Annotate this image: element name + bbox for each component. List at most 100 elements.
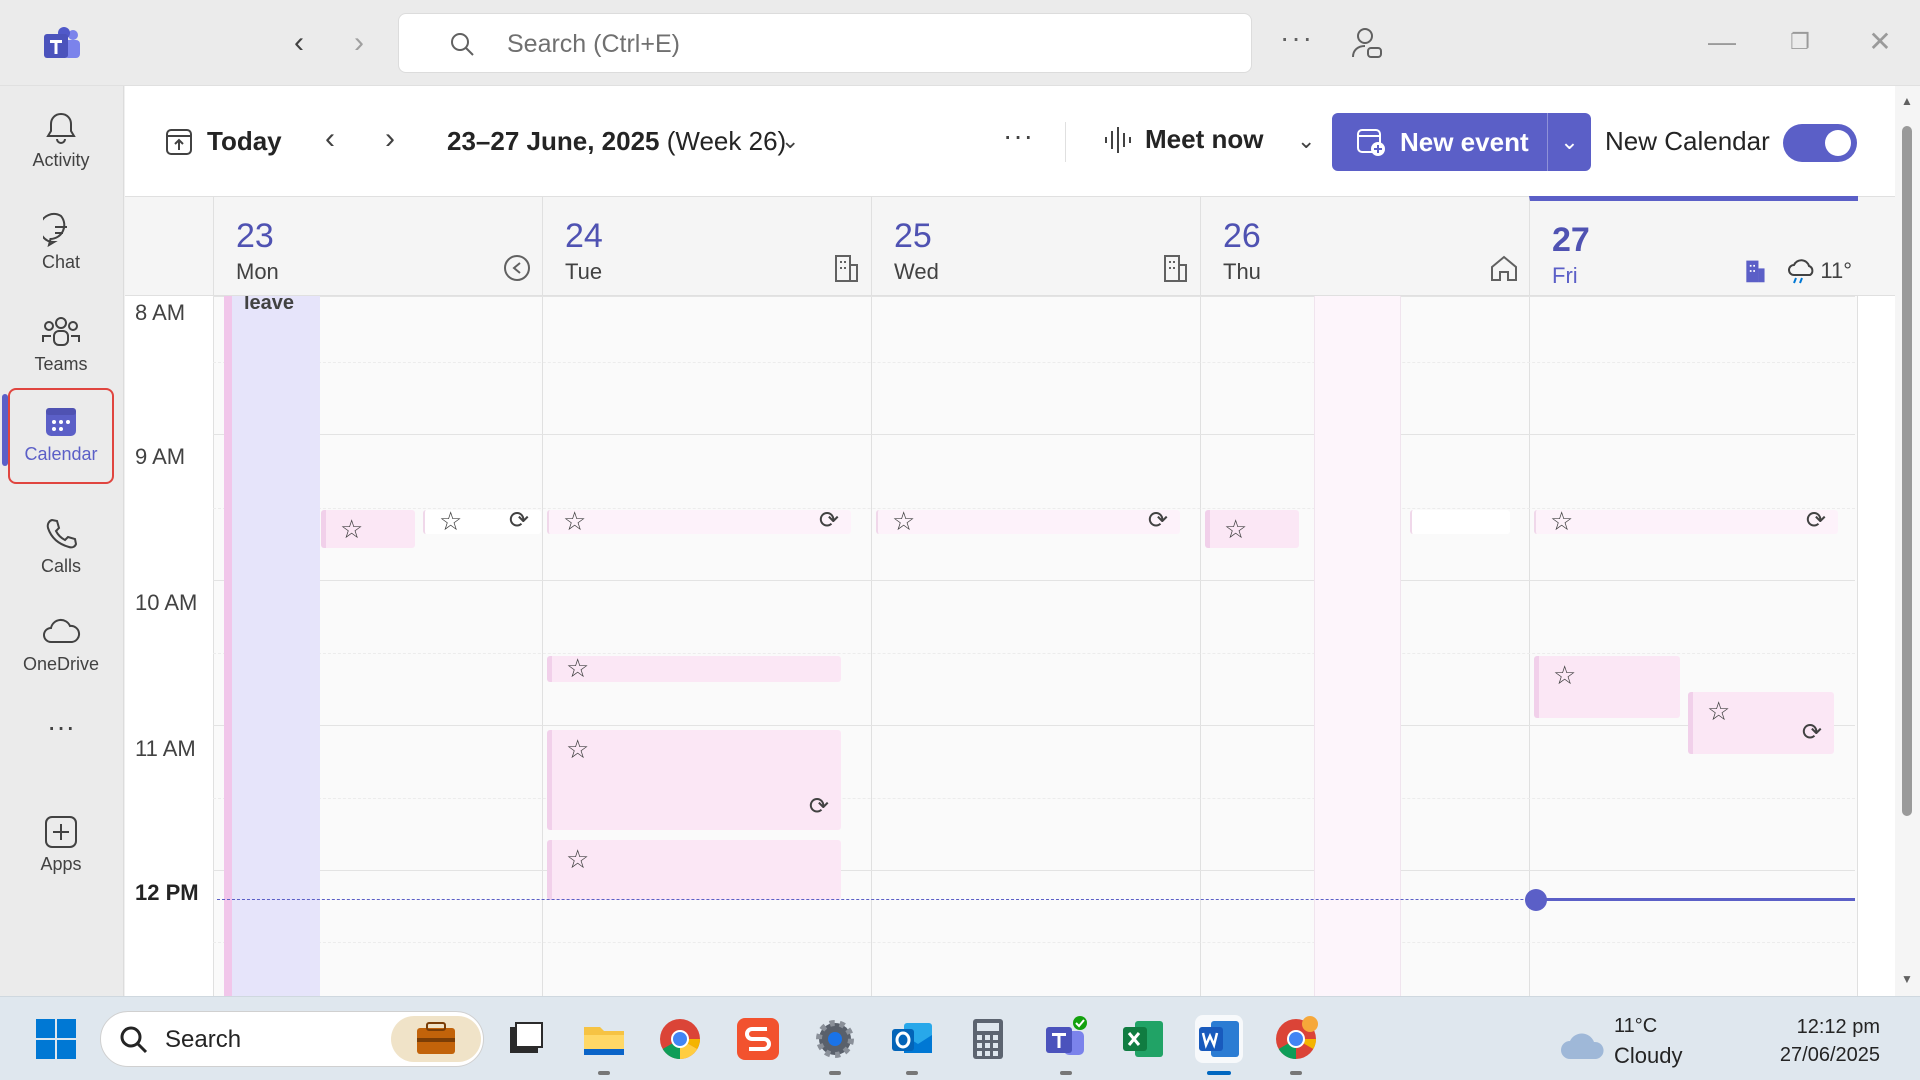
task-view-icon[interactable] <box>502 1015 550 1063</box>
rail-label: Apps <box>40 854 82 874</box>
recurring-off-icon: ⟳ <box>1801 719 1822 746</box>
windows-start-icon[interactable] <box>34 1017 78 1061</box>
date-range-picker[interactable]: 23–27 June, 2025 (Week 26) <box>447 126 786 157</box>
calendar-grid: 8 AM 9 AM 10 AM 11 AM 12 PM leave ☆ ☆ ⟳ ☆… <box>125 296 1895 996</box>
rail-item-calendar[interactable]: Calendar <box>8 388 114 484</box>
calendar-scrollbar[interactable]: ▲ ▼ <box>1895 86 1920 996</box>
wps-office-icon[interactable] <box>734 1015 782 1063</box>
event-tue-2[interactable]: ☆ <box>547 653 841 683</box>
clock-date: 27/06/2025 <box>1779 1044 1880 1066</box>
taskbar-search[interactable]: Search <box>100 1011 484 1067</box>
new-event-main[interactable]: New event <box>1332 113 1547 171</box>
back-button[interactable]: ‹ <box>284 26 314 60</box>
new-calendar-toggle[interactable] <box>1783 124 1857 162</box>
thu-all-day-block[interactable] <box>1314 296 1401 996</box>
rail-item-onedrive[interactable]: OneDrive <box>8 600 114 696</box>
event-fri-1[interactable]: ☆ ⟳ <box>1534 506 1838 536</box>
close-button[interactable]: ✕ <box>1860 22 1900 62</box>
rail-item-chat[interactable]: Chat <box>8 198 114 294</box>
recurring-icon: ⟳ <box>808 793 829 820</box>
scroll-thumb[interactable] <box>1902 126 1912 816</box>
search-highlight-briefcase-icon[interactable] <box>391 1016 481 1062</box>
leave-label: leave <box>244 296 295 314</box>
meet-now-dropdown-icon[interactable]: ⌄ <box>1297 128 1315 154</box>
more-options-button[interactable]: ··· <box>1280 22 1314 54</box>
day-number: 26 <box>1223 217 1261 255</box>
word-icon[interactable] <box>1195 1015 1243 1075</box>
settings-gear-icon[interactable] <box>811 1015 859 1075</box>
weather-temp: 11° <box>1820 258 1852 283</box>
calendar-more-button[interactable]: ··· <box>1003 120 1034 152</box>
search-bar[interactable] <box>398 13 1252 73</box>
leave-icon <box>504 255 530 281</box>
minimize-button[interactable]: — <box>1702 22 1742 62</box>
outlook-icon[interactable] <box>888 1015 936 1075</box>
excel-icon[interactable] <box>1119 1015 1167 1063</box>
event-tue-4[interactable]: ☆ <box>547 840 841 900</box>
rail-item-calls[interactable]: Calls <box>8 502 114 598</box>
calendar-toolbar: Today ‹ › 23–27 June, 2025 (Week 26) ⌄ ·… <box>125 86 1895 196</box>
audio-wave-icon <box>1105 126 1131 153</box>
event-fri-3[interactable]: ☆ ⟳ <box>1688 692 1834 754</box>
chrome-profile-icon[interactable] <box>1272 1015 1320 1075</box>
day-column-wed[interactable] <box>871 296 1200 996</box>
day-header-thu[interactable]: 26 Thu <box>1200 197 1529 296</box>
rail-label: OneDrive <box>22 654 100 674</box>
search-icon <box>120 1026 148 1054</box>
star-icon: ☆ <box>566 653 590 683</box>
toolbar-divider <box>1065 122 1066 162</box>
previous-week-button[interactable]: ‹ <box>315 122 345 156</box>
event-thu-2[interactable] <box>1410 510 1510 534</box>
event-tue-1[interactable]: ☆ ⟳ <box>547 506 851 536</box>
leave-event[interactable]: leave <box>224 296 320 996</box>
rail-more-button[interactable]: ··· <box>8 712 114 762</box>
meet-now-button[interactable]: Meet now <box>1103 124 1263 155</box>
current-time-indicator <box>1525 889 1547 911</box>
event-thu-1[interactable]: ☆ <box>1205 510 1299 548</box>
teams-taskbar-icon[interactable] <box>1042 1015 1090 1075</box>
event-fri-2[interactable]: ☆ <box>1534 656 1680 718</box>
today-button[interactable]: Today <box>165 122 282 160</box>
clock-time: 12:12 pm <box>1796 1016 1880 1038</box>
event-tue-3[interactable]: ☆ ⟳ <box>547 730 841 830</box>
event-mon-1[interactable]: ☆ <box>321 510 415 548</box>
chat-icon <box>43 213 67 248</box>
hour-line <box>213 725 1855 726</box>
next-week-button[interactable]: › <box>375 122 405 156</box>
star-icon: ☆ <box>892 506 916 536</box>
half-hour-line <box>213 653 1855 654</box>
scroll-up-arrow-icon[interactable]: ▲ <box>1901 94 1913 108</box>
day-column-fri[interactable] <box>1529 296 1858 996</box>
chrome-icon[interactable] <box>656 1015 704 1063</box>
day-number: 27 <box>1552 221 1590 259</box>
star-icon: ☆ <box>1707 696 1731 726</box>
chevron-down-icon[interactable]: ⌄ <box>781 128 799 154</box>
file-explorer-icon[interactable] <box>580 1015 628 1075</box>
new-calendar-label: New Calendar <box>1605 126 1770 156</box>
event-mon-2[interactable]: ☆ ⟳ <box>423 506 541 536</box>
calculator-icon[interactable] <box>964 1015 1012 1063</box>
day-number: 23 <box>236 217 274 255</box>
new-event-dropdown-icon[interactable]: ⌄ <box>1548 113 1591 171</box>
system-clock[interactable]: 12:12 pm 27/06/2025 <box>1780 1013 1880 1069</box>
day-header-fri[interactable]: 27 Fri 11° <box>1529 196 1858 296</box>
rail-item-activity[interactable]: Activity <box>8 96 114 192</box>
day-header-tue[interactable]: 24 Tue <box>542 197 871 296</box>
search-input[interactable] <box>507 26 1207 62</box>
rail-item-teams[interactable]: Teams <box>8 300 114 396</box>
star-icon: ☆ <box>566 734 590 764</box>
day-name: Mon <box>236 259 279 284</box>
time-label: 8 AM <box>135 300 186 325</box>
account-icon[interactable] <box>1350 26 1384 60</box>
scroll-down-arrow-icon[interactable]: ▼ <box>1901 972 1913 986</box>
star-icon: ☆ <box>340 514 364 544</box>
event-wed-1[interactable]: ☆ ⟳ <box>876 506 1180 536</box>
rail-item-apps[interactable]: Apps <box>8 800 114 896</box>
day-header-mon[interactable]: 23 Mon <box>213 197 542 296</box>
day-header-wed[interactable]: 25 Wed <box>871 197 1200 296</box>
maximize-button[interactable]: ❐ <box>1780 22 1820 62</box>
forward-button[interactable]: › <box>344 26 374 60</box>
new-event-button[interactable]: New event ⌄ <box>1332 113 1591 171</box>
time-label: 9 AM <box>135 444 186 469</box>
taskbar-weather[interactable]: 11°C Cloudy <box>1554 1015 1774 1071</box>
